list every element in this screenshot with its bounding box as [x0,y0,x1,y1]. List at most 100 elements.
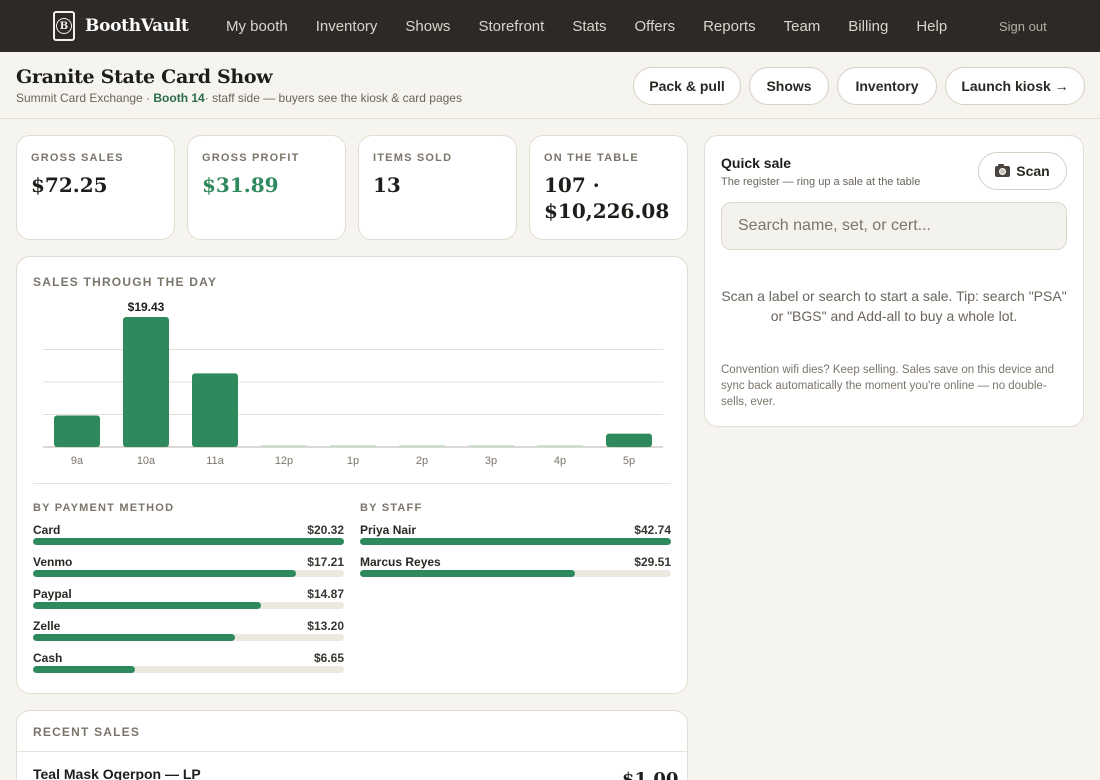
staff-bar-track [360,570,671,577]
nav-link-team[interactable]: Team [784,18,821,35]
chart-divider [33,483,671,484]
chart-bar-10a[interactable] [123,317,169,447]
nav-link-reports[interactable]: Reports [703,18,756,35]
staff-bar-fill [360,538,671,545]
recent-sale-price: $1.00 [622,769,679,780]
chart-tick-label: 10a [137,455,156,467]
chart-bar-12p[interactable] [261,445,307,447]
payment-method-value: $17.21 [307,555,344,569]
launch-kiosk-button[interactable]: Launch kiosk → [945,67,1085,105]
chart-tick-label: 5p [623,455,635,467]
payment-method-row: Venmo $17.21 [33,555,344,579]
payment-method-name: Paypal [33,587,72,601]
kpi-label: Items sold [373,152,453,164]
staff-name: Marcus Reyes [360,555,441,569]
by-payment-label: By payment method [33,502,175,514]
chart-bar-11a[interactable] [192,373,238,447]
chart-tick-label: 11a [206,455,224,467]
payment-method-bar-fill [33,602,261,609]
nav-link-inventory[interactable]: Inventory [316,18,378,35]
chart-tick-label: 12p [275,455,293,467]
payment-method-name: Card [33,523,61,537]
payment-method-bar-track [33,666,344,673]
offline-sync-note: Convention wifi dies? Keep selling. Sale… [721,364,1055,408]
brand-logo-letter: B [56,18,72,34]
by-staff-label: By staff [360,502,423,514]
chart-bar-9a[interactable] [54,415,100,447]
kpi-value: 107 · $10,226.08 [544,172,669,224]
brand-logo-icon: B [53,11,75,41]
kpi-items-sold: Items sold 13 [358,135,517,240]
payment-method-row: Paypal $14.87 [33,587,344,611]
nav-link-stats[interactable]: Stats [572,18,606,35]
camera-icon [995,163,1011,177]
quick-sale-subtitle: The register — ring up a sale at the tab… [721,176,921,188]
payment-method-value: $13.20 [307,619,344,633]
chart-tick-label: 1p [347,455,359,467]
chart-data-label: $19.43 [128,300,165,314]
kpi-value-total: $10,226.08 [544,199,670,223]
payment-method-bar-track [33,602,344,609]
recent-sales-label: Recent sales [33,725,141,739]
payment-method-bar-fill [33,666,135,673]
nav-link-billing[interactable]: Billing [848,18,888,35]
kpi-label: Gross sales [31,152,124,164]
sign-out-link[interactable]: Sign out [999,19,1047,34]
staff-value: $29.51 [634,555,671,569]
page-header: Granite State Card Show Summit Card Exch… [0,52,1100,119]
chart-tick-label: 3p [485,455,497,467]
kpi-value-count: 107 · [544,173,600,197]
nav-link-my-booth[interactable]: My booth [226,18,288,35]
payment-method-row: Card $20.32 [33,523,344,547]
chart-bar-3p[interactable] [468,445,514,447]
chart-bar-5p[interactable] [606,433,652,447]
payment-method-bar-track [33,634,344,641]
kpi-value: $31.89 [202,173,279,197]
payment-method-row: Cash $6.65 [33,651,344,675]
staff-side-note: · staff side — buyers see the kiosk & ca… [204,91,462,105]
staff-value: $42.74 [634,523,671,537]
venue-name: Summit Card Exchange · [16,91,154,105]
kpi-label: On the table [544,152,639,164]
kpi-on-the-table: On the table 107 · $10,226.08 [529,135,688,240]
kpi-gross-profit: Gross profit $31.89 [187,135,346,240]
payment-method-bar-fill [33,634,235,641]
payment-method-bar-track [33,538,344,545]
payment-method-name: Zelle [33,619,61,633]
quick-sale-hint: Scan a label or search to start a sale. … [721,288,1067,324]
quick-sale-card: Quick sale The register — ring up a sale… [704,135,1084,427]
chart-bar-1p[interactable] [330,445,376,447]
nav-link-help[interactable]: Help [916,18,947,35]
kpi-label: Gross profit [202,152,300,164]
quick-sale-search-input[interactable] [721,202,1067,250]
staff-row: Marcus Reyes $29.51 [360,555,671,579]
chart-bar-4p[interactable] [537,445,583,447]
page-subtitle: Summit Card Exchange · Booth 14· staff s… [16,91,462,105]
nav-links: My booth Inventory Shows Storefront Stat… [226,0,975,52]
nav-link-storefront[interactable]: Storefront [478,18,544,35]
payment-method-name: Cash [33,651,63,665]
chart-bar-2p[interactable] [399,445,445,447]
chart-tick-label: 2p [416,455,428,467]
nav-link-shows[interactable]: Shows [405,18,450,35]
booth-number: Booth 14 [153,91,205,105]
payment-method-bar-fill [33,570,296,577]
scan-button[interactable]: Scan [978,152,1067,190]
recent-sale-title[interactable]: Teal Mask Ogerpon — LP [33,766,201,780]
sales-chart-card: Sales through the day 9a 10a 11a 12p 1p 2p 3p 4… [16,256,688,694]
brand[interactable]: B BoothVault [53,11,203,41]
quick-sale-title: Quick sale [721,155,792,171]
inventory-button[interactable]: Inventory [837,67,937,105]
payment-method-name: Venmo [33,555,73,569]
staff-name: Priya Nair [360,523,417,537]
shows-button[interactable]: Shows [749,67,829,105]
nav-link-offers[interactable]: Offers [635,18,676,35]
payment-method-value: $14.87 [307,587,344,601]
staff-bar-track [360,538,671,545]
staff-row: Priya Nair $42.74 [360,523,671,547]
pack-and-pull-button[interactable]: Pack & pull [633,67,741,105]
page-title: Granite State Card Show [16,66,273,88]
payment-method-row: Zelle $13.20 [33,619,344,643]
payment-method-bar-fill [33,538,344,545]
payment-method-value: $6.65 [313,651,344,665]
